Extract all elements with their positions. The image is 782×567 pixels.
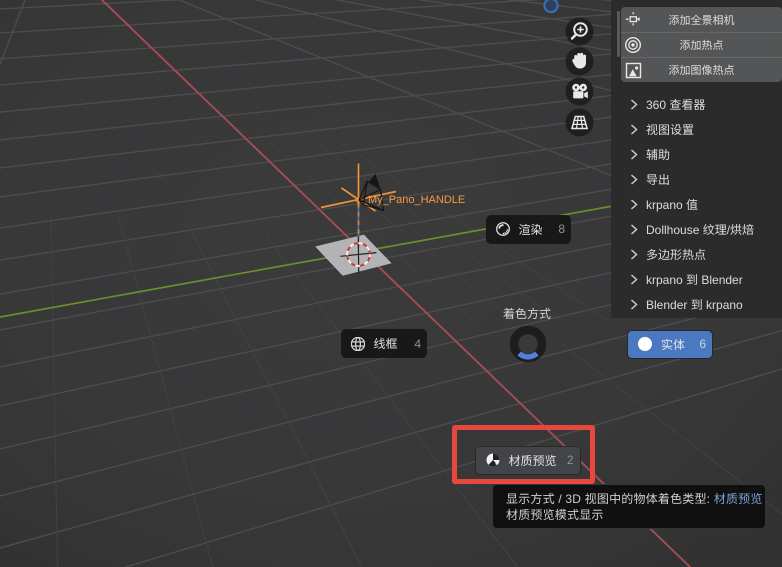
svg-text:My_Pano_HANDLE: My_Pano_HANDLE (368, 194, 465, 206)
